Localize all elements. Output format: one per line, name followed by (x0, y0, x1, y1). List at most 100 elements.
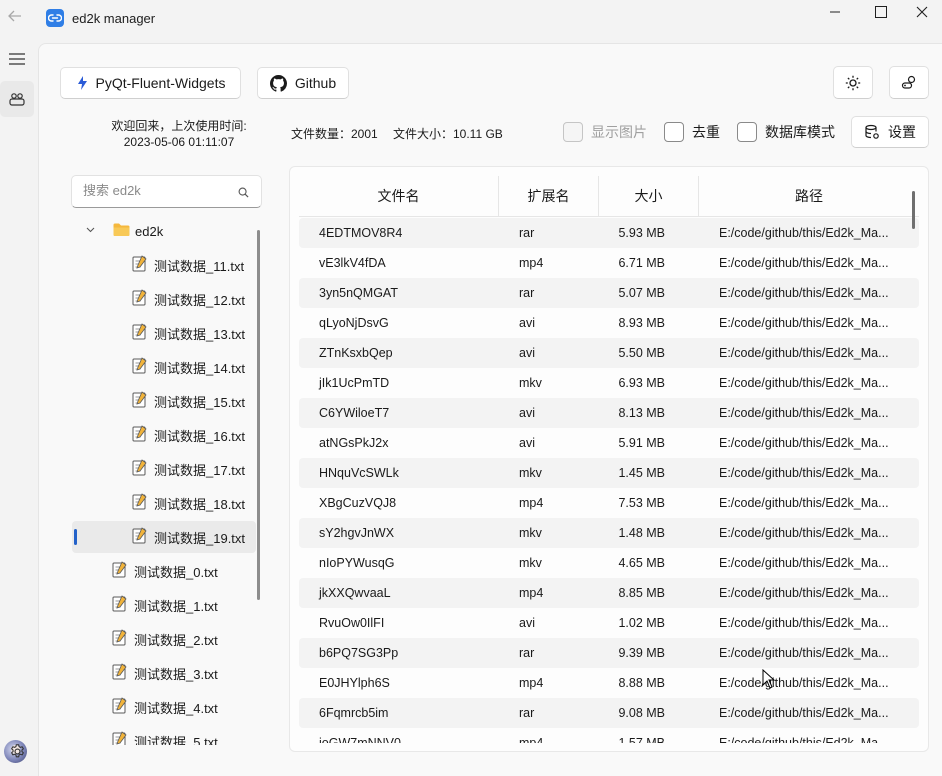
search-box[interactable] (71, 175, 262, 208)
column-header[interactable]: 扩展名 (499, 176, 599, 217)
table-row[interactable]: vE3lkV4fDA mp4 6.71 MB E:/code/github/this/… (299, 248, 919, 278)
table-cell: qLyoNjDsvG (319, 316, 389, 330)
tree-file-item[interactable]: 测试数据_13.txt (72, 317, 256, 349)
show-image-checkbox-box[interactable] (563, 122, 583, 142)
table-scrollbar[interactable] (912, 191, 915, 229)
close-button[interactable] (902, 0, 942, 28)
tree-file-item[interactable]: 测试数据_0.txt (72, 555, 256, 587)
table-row[interactable]: jIk1UcPmTD mkv 6.93 MB E:/code/github/this/… (299, 368, 919, 398)
table-row[interactable]: 4EDTMOV8R4 rar 5.93 MB E:/code/github/this/… (299, 218, 919, 248)
table-cell: avi (519, 406, 535, 420)
table-row[interactable]: b6PQ7SG3Pp rar 9.39 MB E:/code/github/this/… (299, 638, 919, 668)
text-file-icon (112, 663, 128, 683)
table-row[interactable]: nIoPYWusqG mkv 4.65 MB E:/code/github/this/… (299, 548, 919, 578)
table-cell: rar (519, 646, 535, 660)
text-file-icon (132, 391, 148, 411)
chevron-down-icon[interactable] (86, 227, 95, 233)
settings-button-label: 设置 (888, 124, 916, 140)
table-row[interactable]: RvuOw0IlFI avi 1.02 MB E:/code/github/this/… (299, 608, 919, 638)
column-header[interactable]: 路径 (699, 176, 919, 217)
dedupe-label: 去重 (692, 124, 720, 140)
tree-file-label: 测试数据_15.txt (154, 394, 246, 410)
tree-file-label: 测试数据_11.txt (154, 258, 245, 274)
table-cell: vE3lkV4fDA (319, 256, 386, 270)
tree-file-item[interactable]: 测试数据_15.txt (72, 385, 256, 417)
tree-file-item[interactable]: 测试数据_17.txt (72, 453, 256, 485)
tree-file-item[interactable]: 测试数据_2.txt (72, 623, 256, 655)
table-cell: ZTnKsxbQep (319, 346, 393, 360)
tree-scrollbar[interactable] (257, 230, 260, 600)
dedupe-checkbox[interactable]: 去重 (664, 122, 720, 142)
table-header: 文件名 扩展名 大小 路径 (299, 176, 919, 217)
github-button[interactable]: Github (257, 67, 349, 99)
database-mode-checkbox-box[interactable] (737, 122, 757, 142)
table-row[interactable]: C6YWiloeT7 avi 8.13 MB E:/code/github/this/… (299, 398, 919, 428)
tree-file-item[interactable]: 测试数据_12.txt (72, 283, 256, 315)
settings-gear-icon[interactable] (0, 733, 34, 769)
search-input[interactable] (83, 183, 233, 198)
tree-file-item[interactable]: 测试数据_4.txt (72, 691, 256, 723)
search-icon[interactable] (238, 186, 249, 201)
tree-file-item[interactable]: 测试数据_16.txt (72, 419, 256, 451)
column-header[interactable]: 文件名 (299, 176, 499, 217)
table-cell: C6YWiloeT7 (319, 406, 390, 420)
tree-file-item[interactable]: 测试数据_11.txt (72, 249, 256, 281)
table-cell: 6.93 MB (618, 376, 665, 390)
tree-file-item[interactable]: 测试数据_5.txt (72, 725, 256, 745)
table-row[interactable]: 3yn5nQMGAT rar 5.07 MB E:/code/github/this/… (299, 278, 919, 308)
table-cell: E:/code/github/this/Ed2k_Ma... (719, 646, 889, 660)
title-bar: ed2k manager (0, 0, 942, 40)
tree-file-label: 测试数据_3.txt (134, 666, 218, 682)
text-file-icon (112, 629, 128, 649)
show-image-checkbox[interactable]: 显示图片 (563, 122, 647, 142)
table-cell: 4EDTMOV8R4 (319, 226, 403, 240)
table-row[interactable]: HNquVcSWLk mkv 1.45 MB E:/code/github/this/… (299, 458, 919, 488)
table-cell: E:/code/github/this/Ed2k_Ma... (719, 736, 889, 743)
column-header[interactable]: 大小 (599, 176, 699, 217)
table-row[interactable]: jkXXQwvaaL mp4 8.85 MB E:/code/github/this/… (299, 578, 919, 608)
minimize-button[interactable] (812, 0, 858, 28)
tree-file-item[interactable]: 测试数据_14.txt (72, 351, 256, 383)
maximize-button[interactable] (858, 0, 904, 28)
tree-file-label: 测试数据_1.txt (134, 598, 218, 614)
tree-file-label: 测试数据_12.txt (154, 292, 246, 308)
theme-toggle-button[interactable] (833, 66, 873, 99)
github-button-label: Github (294, 75, 337, 91)
table-row[interactable]: E0JHYlph6S mp4 8.88 MB E:/code/github/this/… (299, 668, 919, 698)
table-body: 4EDTMOV8R4 rar 5.93 MB E:/code/github/this/… (299, 218, 919, 743)
table-cell: E:/code/github/this/Ed2k_Ma... (719, 556, 889, 570)
table-cell: 3yn5nQMGAT (319, 286, 398, 300)
dedupe-checkbox-box[interactable] (664, 122, 684, 142)
nav-home-icon[interactable] (0, 81, 34, 117)
pyqt-fluent-widgets-button[interactable]: PyQt-Fluent-Widgets (60, 67, 241, 99)
table-row[interactable]: XBgCuzVQJ8 mp4 7.53 MB E:/code/github/this/… (299, 488, 919, 518)
menu-icon[interactable] (0, 42, 34, 78)
table-row[interactable]: atNGsPkJ2x avi 5.91 MB E:/code/github/this/… (299, 428, 919, 458)
tree-folder-ed2k[interactable]: ed2k (72, 215, 256, 247)
table-cell: 8.13 MB (618, 406, 665, 420)
tree-file-item[interactable]: 测试数据_3.txt (72, 657, 256, 689)
tree-file-item[interactable]: 测试数据_19.txt (72, 521, 256, 553)
welcome-message: 欢迎回来，上次使用时间: (111, 119, 247, 133)
text-file-icon (112, 561, 128, 581)
table-row[interactable]: ZTnKsxbQep avi 5.50 MB E:/code/github/this/… (299, 338, 919, 368)
table-cell: E:/code/github/this/Ed2k_Ma... (719, 346, 889, 360)
file-tree: ed2k 测试数据_11.txt 测试数据_12.txt 测试数据_13.txt 测试… (72, 215, 262, 745)
text-file-icon (112, 595, 128, 615)
table-row[interactable]: qLyoNjDsvG avi 8.93 MB E:/code/github/this/… (299, 308, 919, 338)
settings-button[interactable]: 设置 (851, 116, 929, 148)
table-row[interactable]: joGW7mNNV0 mp4 1.57 MB E:/code/github/this/… (299, 728, 919, 743)
tree-file-item[interactable]: 测试数据_1.txt (72, 589, 256, 621)
table-cell: 6.71 MB (618, 256, 665, 270)
text-file-icon (132, 289, 148, 309)
table-row[interactable]: 6Fqmrcb5im rar 9.08 MB E:/code/github/this/… (299, 698, 919, 728)
palette-icon (901, 75, 916, 89)
table-row[interactable]: sY2hgvJnWX mkv 1.48 MB E:/code/github/this/… (299, 518, 919, 548)
database-mode-checkbox[interactable]: 数据库模式 (737, 122, 835, 142)
tree-file-item[interactable]: 测试数据_18.txt (72, 487, 256, 519)
color-palette-button[interactable] (889, 66, 929, 99)
table-cell: avi (519, 436, 535, 450)
table-cell: mkv (519, 376, 542, 390)
table-cell: 8.88 MB (618, 676, 665, 690)
back-arrow-icon[interactable] (5, 8, 25, 28)
